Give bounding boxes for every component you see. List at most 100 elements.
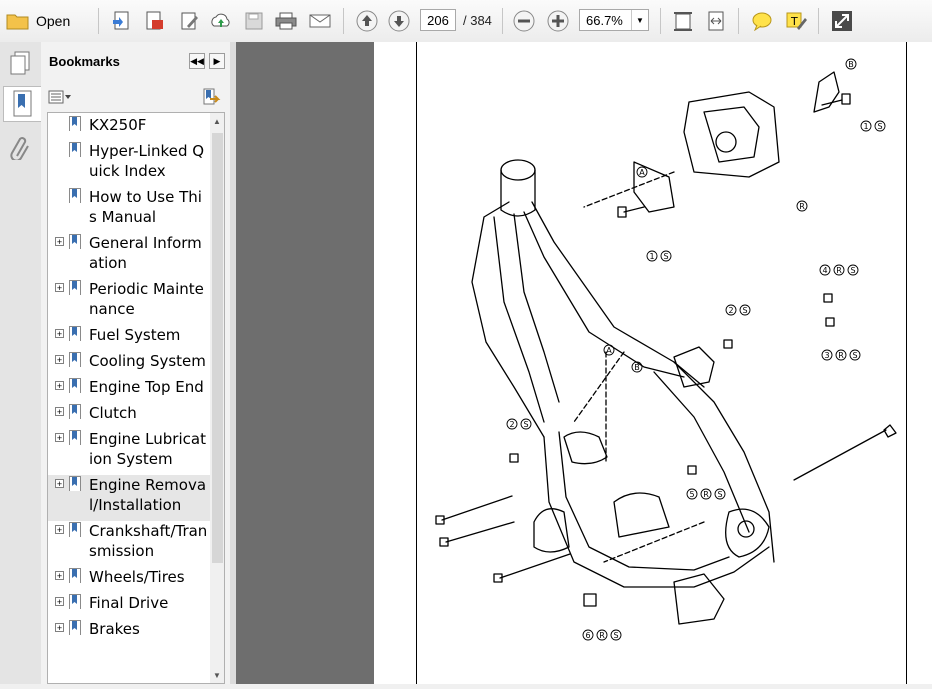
bookmark-label: Brakes [89, 620, 140, 638]
page-thumbnails-button[interactable] [6, 46, 34, 80]
expand-icon[interactable]: + [55, 623, 64, 633]
bookmark-item[interactable]: + Engine Lubrication System [48, 429, 210, 475]
callout-r: R [703, 490, 709, 499]
page-thumbnails-icon [10, 51, 30, 75]
bookmark-label: Cooling System [89, 352, 206, 370]
callout-r: R [599, 631, 605, 640]
prev-page-icon [356, 10, 378, 32]
expand-icon[interactable]: + [55, 571, 64, 581]
save-button[interactable] [241, 8, 267, 34]
close-panel-button[interactable]: ▶ [209, 53, 225, 69]
highlight-button[interactable]: T [783, 8, 809, 34]
separator [502, 8, 503, 34]
upload-icon [211, 13, 230, 27]
toolbar: Open 206 / 384 66.7% ▼ T [0, 0, 932, 43]
open-button[interactable]: Open [6, 8, 70, 34]
page-margin-line [416, 42, 417, 684]
callout-1: 1 [863, 122, 868, 131]
callout-4: 4 [822, 266, 827, 275]
create-pdf-button[interactable] [109, 8, 135, 34]
bookmark-item[interactable]: + Wheels/Tires [48, 567, 210, 593]
bookmark-item[interactable]: + Brakes [48, 619, 210, 645]
zoom-out-button[interactable] [511, 8, 537, 34]
expand-icon[interactable]: + [55, 355, 64, 365]
expand-button[interactable] [829, 8, 855, 34]
scrollbar-thumb[interactable] [212, 133, 223, 563]
attachments-button[interactable] [6, 130, 34, 164]
expand-icon[interactable]: + [55, 525, 64, 535]
callout-s: S [663, 252, 668, 261]
fit-width-button[interactable] [703, 8, 729, 34]
paperclip-icon [10, 137, 29, 160]
bookmark-item[interactable]: + Final Drive [48, 593, 210, 619]
bookmark-label: Engine Removal/Installation [89, 476, 207, 514]
bookmark-item[interactable]: How to Use This Manual [48, 187, 210, 233]
fit-page-button[interactable] [670, 8, 696, 34]
edit-button[interactable] [176, 8, 202, 34]
find-bookmark-icon [203, 88, 221, 105]
bookmark-item[interactable]: Hyper-Linked Quick Index [48, 141, 210, 187]
page-number-input[interactable]: 206 [420, 9, 456, 31]
zoom-select[interactable]: 66.7% ▼ [579, 9, 649, 31]
bookmark-icon [69, 116, 81, 131]
bookmark-label: Hyper-Linked Quick Index [89, 142, 205, 180]
bookmark-item[interactable]: + Cooling System [48, 351, 210, 377]
expand-icon[interactable]: + [55, 407, 64, 417]
comment-icon [752, 12, 772, 31]
bookmark-icon [13, 90, 32, 117]
bookmark-item[interactable]: + General Information [48, 233, 210, 279]
bookmark-icon [69, 522, 81, 537]
bookmark-label: Fuel System [89, 326, 181, 344]
scroll-up-icon[interactable]: ▲ [213, 117, 221, 126]
tree-scrollbar[interactable]: ▲ ▼ [210, 113, 224, 683]
panel-title: Bookmarks [49, 54, 120, 69]
fit-page-icon [674, 12, 692, 31]
email-button[interactable] [307, 8, 333, 34]
zoom-in-button[interactable] [545, 8, 571, 34]
bookmark-item[interactable]: + Periodic Maintenance [48, 279, 210, 325]
bookmarks-panel-button[interactable] [3, 86, 42, 122]
highlight-icon: T [786, 12, 807, 30]
expand-icon[interactable]: + [55, 479, 64, 489]
bookmark-label: Periodic Maintenance [89, 280, 204, 318]
separator [660, 8, 661, 34]
create-pdf-icon [113, 11, 129, 30]
expand-icon[interactable]: + [55, 237, 64, 247]
bookmark-icon [69, 568, 81, 583]
bookmark-icon [69, 234, 81, 249]
bookmark-item[interactable]: + Engine Top End [48, 377, 210, 403]
scroll-down-icon[interactable]: ▼ [213, 671, 221, 680]
collapse-panel-button[interactable]: ◀◀ [189, 53, 205, 69]
next-page-button[interactable] [386, 8, 412, 34]
print-icon [275, 12, 297, 30]
callout-a: A [639, 168, 645, 177]
bookmark-icon [69, 404, 81, 419]
expand-icon[interactable]: + [55, 433, 64, 443]
expand-icon[interactable]: + [55, 329, 64, 339]
bookmark-item[interactable]: + Clutch [48, 403, 210, 429]
bookmark-item[interactable]: + Fuel System [48, 325, 210, 351]
bookmark-icon [69, 326, 81, 341]
upload-button[interactable] [208, 8, 234, 34]
print-button[interactable] [273, 8, 299, 34]
callout-b: B [848, 60, 854, 69]
svg-text:T: T [790, 15, 798, 28]
new-bookmark-button[interactable] [201, 87, 221, 107]
bookmark-label: Crankshaft/Transmission [89, 522, 208, 560]
callout-s: S [742, 306, 747, 315]
zoom-in-icon [547, 10, 569, 32]
expand-icon[interactable]: + [55, 597, 64, 607]
callout-2: 2 [509, 420, 514, 429]
callout-1: 1 [649, 252, 654, 261]
next-page-icon [388, 10, 410, 32]
prev-page-button[interactable] [354, 8, 380, 34]
expand-icon[interactable]: + [55, 283, 64, 293]
expand-icon[interactable]: + [55, 381, 64, 391]
save-pdf-button[interactable] [141, 8, 167, 34]
comment-button[interactable] [749, 8, 775, 34]
bookmark-item[interactable]: + Engine Removal/Installation [48, 475, 210, 521]
options-menu-button[interactable] [48, 88, 72, 106]
bookmark-item[interactable]: + Crankshaft/Transmission [48, 521, 210, 567]
email-icon [309, 14, 331, 28]
bookmark-item[interactable]: KX250F [48, 115, 210, 141]
